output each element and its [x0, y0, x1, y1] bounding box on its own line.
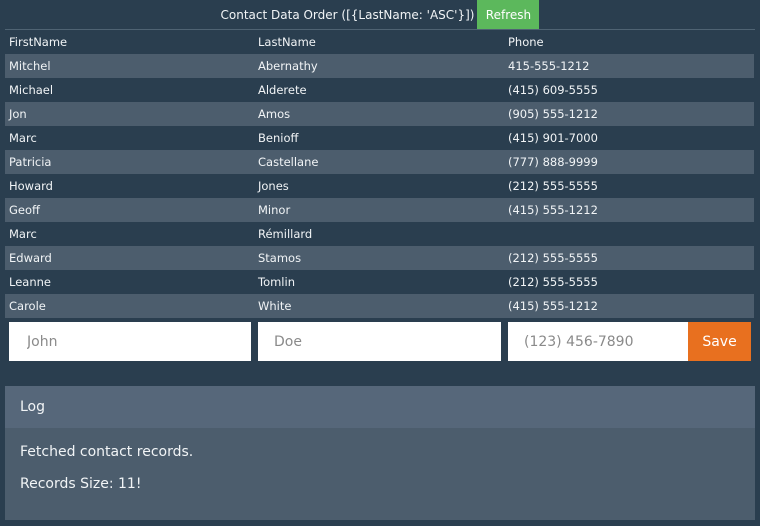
cell-firstname: Carole	[9, 299, 46, 313]
cell-lastname: Amos	[258, 107, 291, 121]
table-header-row: FirstName LastName Phone	[5, 30, 754, 54]
cell-lastname: Castellane	[258, 155, 319, 169]
table-row: Geoff Minor (415) 555-1212	[5, 198, 754, 222]
cell-firstname: Leanne	[9, 275, 51, 289]
last-name-input[interactable]	[258, 322, 501, 361]
cell-firstname: Marc	[9, 131, 37, 145]
cell-phone: (415) 555-1212	[508, 203, 598, 217]
cell-lastname: Rémillard	[258, 227, 313, 241]
cell-firstname: Patricia	[9, 155, 52, 169]
table-row: Marc Benioff (415) 901-7000	[5, 126, 754, 150]
cell-lastname: Minor	[258, 203, 291, 217]
table-row: Marc Rémillard	[5, 222, 754, 246]
cell-lastname: White	[258, 299, 292, 313]
first-name-input[interactable]	[9, 322, 251, 361]
log-line: Records Size: 11!	[20, 476, 142, 492]
cell-lastname: Abernathy	[258, 59, 318, 73]
table-row: Edward Stamos (212) 555-5555	[5, 246, 754, 270]
page-title: Contact Data Order ([{LastName: 'ASC'}])	[220, 7, 475, 22]
table-row: Howard Jones (212) 555-5555	[5, 174, 754, 198]
cell-phone: (212) 555-5555	[508, 251, 598, 265]
cell-firstname: Geoff	[9, 203, 40, 217]
column-header-firstname: FirstName	[9, 35, 68, 49]
refresh-button[interactable]: Refresh	[477, 0, 540, 29]
contacts-table: FirstName LastName Phone Mitchel Abernath…	[5, 30, 754, 318]
table-row: Leanne Tomlin (212) 555-5555	[5, 270, 754, 294]
cell-lastname: Jones	[258, 179, 289, 193]
cell-phone: (212) 555-5555	[508, 275, 598, 289]
save-button[interactable]: Save	[688, 322, 751, 361]
cell-lastname: Benioff	[258, 131, 299, 145]
cell-firstname: Edward	[9, 251, 52, 265]
log-body: Fetched contact records. Records Size: 1…	[5, 428, 755, 506]
cell-firstname: Jon	[9, 107, 27, 121]
column-header-lastname: LastName	[258, 35, 316, 49]
cell-phone: 415-555-1212	[508, 59, 590, 73]
page-header: Contact Data Order ([{LastName: 'ASC'}])…	[0, 0, 760, 29]
table-row: Jon Amos (905) 555-1212	[5, 102, 754, 126]
cell-phone: (415) 609-5555	[508, 83, 598, 97]
table-row: Mitchel Abernathy 415-555-1212	[5, 54, 754, 78]
cell-lastname: Alderete	[258, 83, 307, 97]
cell-phone: (777) 888-9999	[508, 155, 598, 169]
phone-input[interactable]	[508, 322, 688, 361]
table-row: Carole White (415) 555-1212	[5, 294, 754, 318]
table-row: Michael Alderete (415) 609-5555	[5, 78, 754, 102]
cell-lastname: Stamos	[258, 251, 302, 265]
cell-firstname: Marc	[9, 227, 37, 241]
cell-phone: (905) 555-1212	[508, 107, 598, 121]
column-header-phone: Phone	[508, 35, 544, 49]
table-row: Patricia Castellane (777) 888-9999	[5, 150, 754, 174]
cell-firstname: Mitchel	[9, 59, 51, 73]
cell-lastname: Tomlin	[258, 275, 295, 289]
cell-phone: (415) 555-1212	[508, 299, 598, 313]
cell-firstname: Michael	[9, 83, 54, 97]
log-line: Fetched contact records.	[20, 444, 194, 460]
log-panel: Log Fetched contact records. Records Siz…	[5, 386, 755, 520]
log-heading: Log	[5, 386, 755, 428]
cell-phone: (212) 555-5555	[508, 179, 598, 193]
cell-phone: (415) 901-7000	[508, 131, 598, 145]
cell-firstname: Howard	[9, 179, 53, 193]
add-contact-form: Save	[9, 322, 751, 361]
